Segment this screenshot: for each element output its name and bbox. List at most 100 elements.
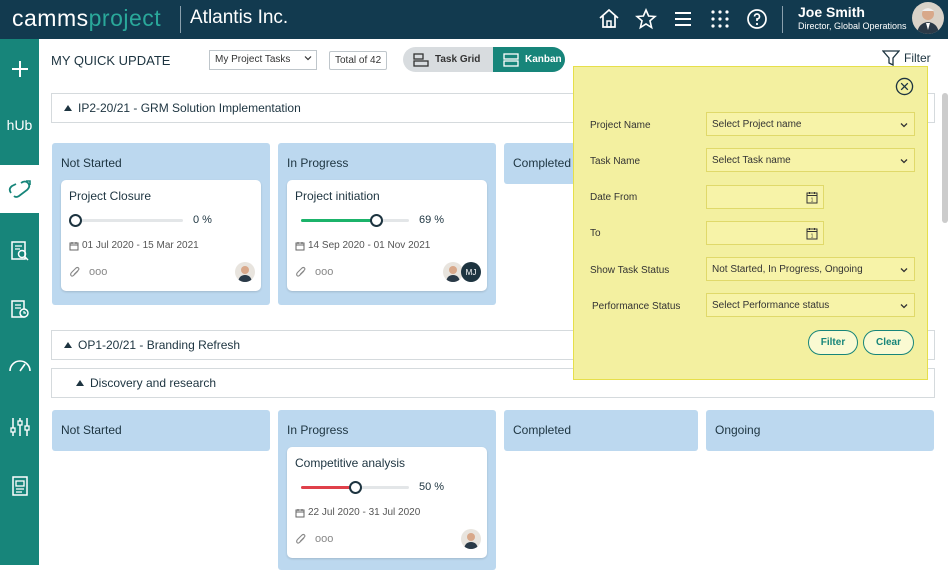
app-logo[interactable]: cammsproject [12,5,161,32]
star-icon[interactable] [634,7,658,31]
date-range: 01 Jul 2020 - 15 Mar 2021 [69,240,199,251]
hub-button[interactable]: hUb [0,105,39,145]
kanban-column-completed: Completed [504,143,579,184]
more-options-icon[interactable]: ooo [89,266,107,278]
date-range: 14 Sep 2020 - 01 Nov 2021 [295,240,430,251]
column-title: Ongoing [715,423,761,437]
attachment-icon[interactable] [295,533,307,545]
card-footer: ooo [295,533,333,545]
kanban-column-in-progress: In Progress Competitive analysis 50 % 22… [278,410,496,570]
task-grid-tab[interactable]: Task Grid [403,47,493,72]
chevron-down-icon [900,268,908,273]
sliders-icon[interactable] [0,407,39,447]
kanban-column-not-started: Not Started Project Closure 0 % 01 Jul 2… [52,143,270,305]
project-name-label: Project Name [590,120,651,131]
menu-icon[interactable] [671,7,695,31]
column-title: In Progress [287,156,349,170]
add-icon[interactable] [0,49,39,89]
sidebar: hUb [0,39,39,565]
svg-text:1: 1 [811,198,814,204]
gauge-icon[interactable] [0,346,39,386]
task-status-select[interactable]: Not Started, In Progress, Ongoing [706,257,915,281]
home-icon[interactable] [597,7,621,31]
task-title: Project initiation [295,189,380,203]
calendar-icon[interactable] [0,289,39,329]
attachment-icon[interactable] [295,266,307,278]
progress-percent: 69 % [419,214,445,226]
progress-handle[interactable] [349,481,362,494]
progress-track [301,481,409,494]
help-icon[interactable] [745,7,769,31]
date-from-input[interactable]: 1 [706,185,824,209]
date-to-input[interactable]: 1 [706,221,824,245]
performance-status-select[interactable]: Select Performance status [706,293,915,317]
header-divider [180,6,181,33]
more-options-icon[interactable]: ooo [315,266,333,278]
task-title: Project Closure [69,189,152,203]
attachment-icon[interactable] [69,266,81,278]
report-icon[interactable] [0,231,39,271]
view-toggle: Task Grid Kanban [403,47,565,72]
filter-icon [882,50,900,66]
user-avatar[interactable] [912,2,944,34]
project-name-select[interactable]: Select Project name [706,112,915,136]
collapse-arrow-icon [76,380,84,386]
user-role: Director, Global Operations [798,21,907,31]
scrollbar[interactable] [942,93,948,223]
card-footer: ooo [295,266,333,278]
page-title: MY QUICK UPDATE [51,53,171,68]
progress-track [301,214,409,227]
user-name: Joe Smith [798,4,865,20]
task-card[interactable]: Project Closure 0 % 01 Jul 2020 - 15 Mar… [61,180,261,291]
chevron-down-icon [900,304,908,309]
task-title: Competitive analysis [295,456,406,470]
kanban-column-ongoing: Ongoing [706,410,934,451]
column-title: In Progress [287,423,349,437]
column-title: Not Started [61,423,122,437]
task-name-label: Task Name [590,156,641,167]
task-status-label: Show Task Status [590,265,670,276]
calendar-icon[interactable]: 1 [806,191,818,204]
apps-grid-icon[interactable] [708,7,732,31]
progress-percent: 50 % [419,481,445,493]
date-from-label: Date From [590,192,638,203]
collapse-arrow-icon [64,105,72,111]
collapse-arrow-icon [64,342,72,348]
task-card[interactable]: Competitive analysis 50 % 22 Jul 2020 - … [287,447,487,558]
column-title: Completed [513,423,572,437]
assignee-avatar[interactable] [461,529,481,549]
assignee-avatar[interactable] [235,262,255,282]
kanban-tab[interactable]: Kanban [493,47,565,72]
task-name-select[interactable]: Select Task name [706,148,915,172]
date-range: 22 Jul 2020 - 31 Jul 2020 [295,507,420,518]
assignee-avatar[interactable] [443,262,463,282]
performance-status-label: Performance Status [592,301,681,312]
filter-button[interactable]: Filter [882,50,931,66]
progress-handle[interactable] [369,214,383,227]
calendar-icon [69,241,79,250]
kanban-icon [503,52,519,67]
calendar-icon[interactable]: 1 [806,227,818,240]
progress-fill [301,219,376,222]
progress-track [69,214,183,227]
top-bar: cammsproject Atlantis Inc. Joe Smith Dir… [0,0,948,39]
assignee-initials-avatar[interactable]: MJ [461,262,481,282]
close-icon[interactable] [895,77,914,96]
filter-panel: Project Name Select Project name Task Na… [573,66,928,380]
progress-percent: 0 % [193,214,212,226]
document-icon[interactable] [0,466,39,506]
clear-filter-button[interactable]: Clear [863,330,914,355]
progress-handle[interactable] [69,214,82,227]
task-view-select[interactable]: My Project Tasks [209,50,317,70]
kanban-column-not-started: Not Started [52,410,270,451]
apply-filter-button[interactable]: Filter [808,330,858,355]
card-footer: ooo [69,266,107,278]
chevron-down-icon [900,123,908,128]
task-card[interactable]: Project initiation 69 % 14 Sep 2020 - 01… [287,180,487,291]
column-title: Completed [513,156,572,170]
user-info[interactable]: Joe Smith Director, Global Operations [798,4,907,31]
more-options-icon[interactable]: ooo [315,533,333,545]
calendar-icon [295,241,305,250]
link-icon[interactable] [0,165,39,213]
svg-text:1: 1 [811,234,814,240]
